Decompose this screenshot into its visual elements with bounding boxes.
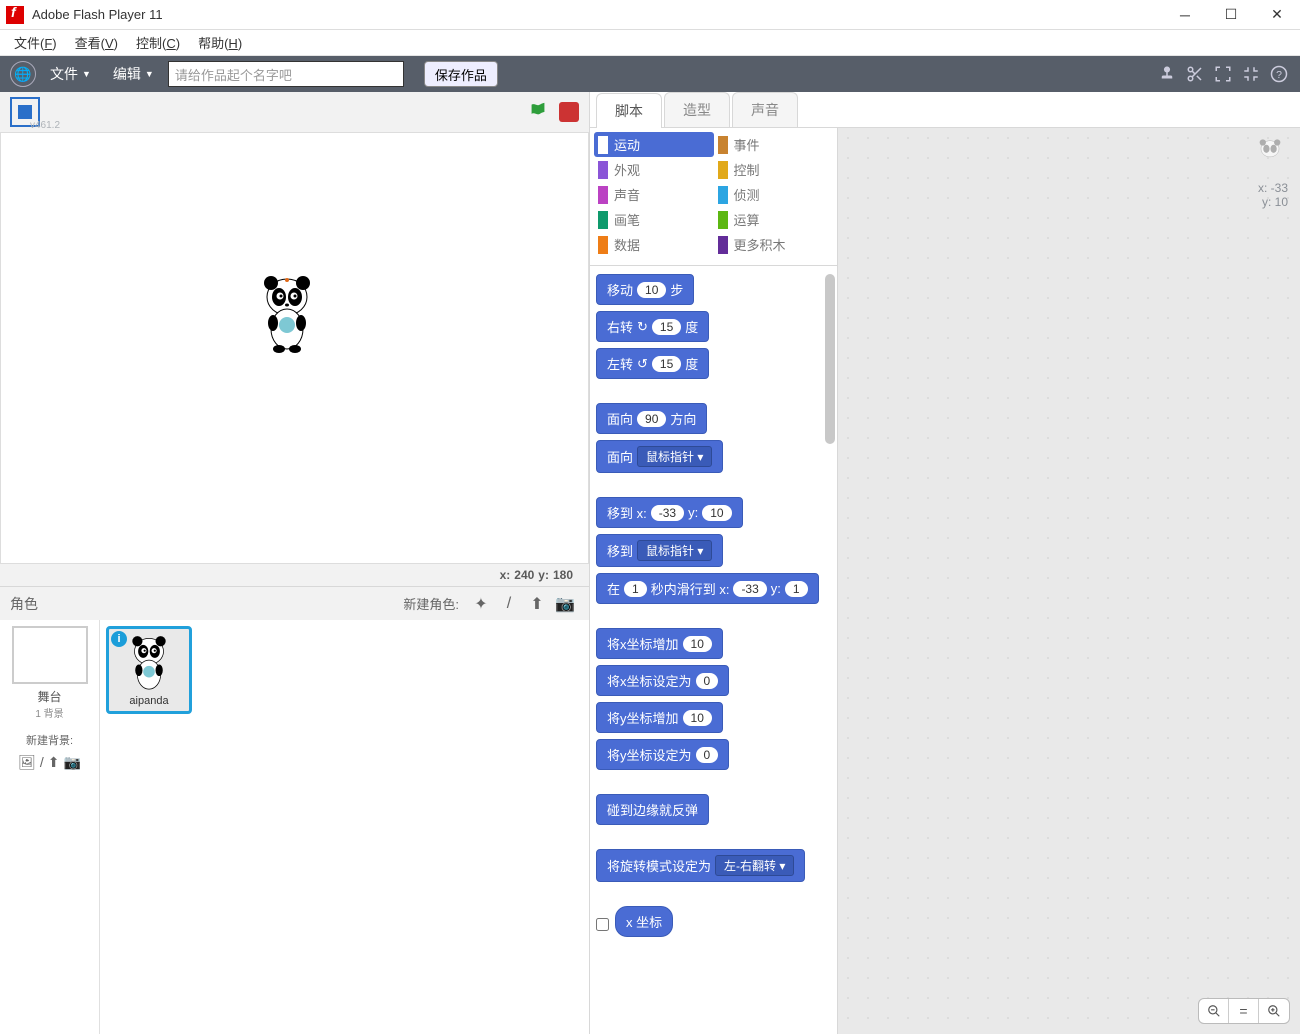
maximize-button[interactable]: ☐ bbox=[1208, 0, 1254, 30]
cat-pen[interactable]: 画笔 bbox=[594, 207, 714, 232]
grow-icon[interactable] bbox=[1212, 63, 1234, 85]
window-titlebar: Adobe Flash Player 11 ─ ☐ ✕ bbox=[0, 0, 1300, 30]
scissors-icon[interactable] bbox=[1184, 63, 1206, 85]
cat-sound[interactable]: 声音 bbox=[594, 182, 714, 207]
cat-looks[interactable]: 外观 bbox=[594, 157, 714, 182]
cat-motion[interactable]: 运动 bbox=[594, 132, 714, 157]
menu-view[interactable]: 查看(V) bbox=[75, 33, 118, 52]
zoom-in-button[interactable] bbox=[1259, 999, 1289, 1023]
menu-file[interactable]: 文件(F) bbox=[14, 33, 57, 52]
tab-sounds[interactable]: 声音 bbox=[732, 92, 798, 127]
new-sprite-label: 新建角色: bbox=[403, 594, 459, 613]
stage-coords: x:240 y:180 bbox=[0, 564, 589, 586]
choose-backdrop-icon[interactable]: 🖼 bbox=[18, 754, 36, 771]
block-point-direction[interactable]: 面向90方向 bbox=[596, 403, 707, 434]
cat-events[interactable]: 事件 bbox=[714, 132, 834, 157]
zoom-reset-button[interactable]: = bbox=[1229, 999, 1259, 1023]
menu-control[interactable]: 控制(C) bbox=[136, 33, 180, 52]
block-rotation-style[interactable]: 将旋转模式设定为左-右翻转 ▾ bbox=[596, 849, 805, 882]
block-set-x[interactable]: 将x坐标设定为0 bbox=[596, 665, 729, 696]
editor-tabs: 脚本 造型 声音 bbox=[590, 92, 1300, 128]
file-menu[interactable]: 文件▼ bbox=[42, 60, 99, 88]
block-turn-left[interactable]: 左转↺15度 bbox=[596, 348, 709, 379]
shrink-icon[interactable] bbox=[1240, 63, 1262, 85]
block-glide[interactable]: 在1秒内滑行到 x:-33y:1 bbox=[596, 573, 819, 604]
block-point-towards[interactable]: 面向鼠标指针 ▾ bbox=[596, 440, 723, 473]
zoom-controls: = bbox=[1198, 998, 1290, 1024]
block-goto[interactable]: 移到鼠标指针 ▾ bbox=[596, 534, 723, 567]
svg-text:?: ? bbox=[1276, 69, 1282, 81]
menu-help[interactable]: 帮助(H) bbox=[198, 33, 242, 52]
save-button[interactable]: 保存作品 bbox=[424, 61, 498, 87]
tab-costumes[interactable]: 造型 bbox=[664, 92, 730, 127]
os-menubar: 文件(F) 查看(V) 控制(C) 帮助(H) bbox=[0, 30, 1300, 56]
block-set-y[interactable]: 将y坐标设定为0 bbox=[596, 739, 729, 770]
stamp-icon[interactable] bbox=[1156, 63, 1178, 85]
sprite-info-panel: x: -33 y: 10 bbox=[1252, 138, 1288, 209]
camera-backdrop-icon[interactable]: 📷 bbox=[63, 754, 80, 771]
block-goto-xy[interactable]: 移到 x:-33y:10 bbox=[596, 497, 743, 528]
block-categories: 运动 事件 外观 控制 声音 侦测 画笔 运算 数据 更多积木 bbox=[590, 128, 837, 266]
xpos-reporter-checkbox[interactable] bbox=[596, 918, 609, 931]
cat-sensing[interactable]: 侦测 bbox=[714, 182, 834, 207]
project-name-input[interactable]: 请给作品起个名字吧 bbox=[168, 61, 404, 87]
flash-icon bbox=[6, 6, 24, 24]
zoom-out-button[interactable] bbox=[1199, 999, 1229, 1023]
block-x-position[interactable]: x 坐标 bbox=[615, 906, 673, 937]
upload-sprite-icon[interactable]: ⬆ bbox=[527, 594, 547, 614]
palette-scrollbar[interactable] bbox=[825, 274, 835, 444]
sprite-info-button[interactable]: i bbox=[111, 631, 127, 647]
stage-header: v461.2 bbox=[0, 92, 589, 132]
green-flag-button[interactable] bbox=[527, 101, 549, 123]
close-button[interactable]: ✕ bbox=[1254, 0, 1300, 30]
sprite-toolbar: 角色 新建角色: ✦ / ⬆ 📷 bbox=[0, 586, 589, 620]
paint-sprite-icon[interactable]: / bbox=[499, 594, 519, 614]
app-toolbar: 🌐 文件▼ 编辑▼ 请给作品起个名字吧 保存作品 ? bbox=[0, 56, 1300, 92]
edit-menu[interactable]: 编辑▼ bbox=[105, 60, 162, 88]
cat-more[interactable]: 更多积木 bbox=[714, 232, 834, 257]
upload-backdrop-icon[interactable]: ⬆ bbox=[48, 754, 60, 771]
sprites-label: 角色 bbox=[10, 594, 38, 614]
stage-thumbnail[interactable] bbox=[12, 626, 88, 684]
tab-scripts[interactable]: 脚本 bbox=[596, 93, 662, 128]
block-palette[interactable]: 移动10步 右转↻15度 左转↺15度 面向90方向 面向鼠标指针 ▾ 移到 x… bbox=[590, 266, 837, 1034]
help-icon[interactable]: ? bbox=[1268, 63, 1290, 85]
block-move-steps[interactable]: 移动10步 bbox=[596, 274, 694, 305]
block-bounce[interactable]: 碰到边缘就反弹 bbox=[596, 794, 709, 825]
script-workspace[interactable]: x: -33 y: 10 = bbox=[838, 128, 1300, 1034]
block-change-y[interactable]: 将y坐标增加10 bbox=[596, 702, 723, 733]
cat-control[interactable]: 控制 bbox=[714, 157, 834, 182]
camera-sprite-icon[interactable]: 📷 bbox=[555, 594, 575, 614]
stage-canvas[interactable] bbox=[0, 132, 589, 564]
choose-sprite-icon[interactable]: ✦ bbox=[471, 594, 491, 614]
window-title: Adobe Flash Player 11 bbox=[32, 7, 1162, 22]
sprite-on-stage[interactable] bbox=[257, 273, 317, 353]
sprite-card-aipanda[interactable]: i aipanda bbox=[106, 626, 192, 714]
stage-selector[interactable]: 舞台 1 背景 新建背景: 🖼 / ⬆ 📷 bbox=[0, 620, 100, 1034]
cat-data[interactable]: 数据 bbox=[594, 232, 714, 257]
stage-version: v461.2 bbox=[30, 120, 60, 131]
block-change-x[interactable]: 将x坐标增加10 bbox=[596, 628, 723, 659]
paint-backdrop-icon[interactable]: / bbox=[40, 754, 44, 771]
minimize-button[interactable]: ─ bbox=[1162, 0, 1208, 30]
cat-operators[interactable]: 运算 bbox=[714, 207, 834, 232]
block-turn-right[interactable]: 右转↻15度 bbox=[596, 311, 709, 342]
stop-button[interactable] bbox=[559, 102, 579, 122]
language-icon[interactable]: 🌐 bbox=[10, 61, 36, 87]
